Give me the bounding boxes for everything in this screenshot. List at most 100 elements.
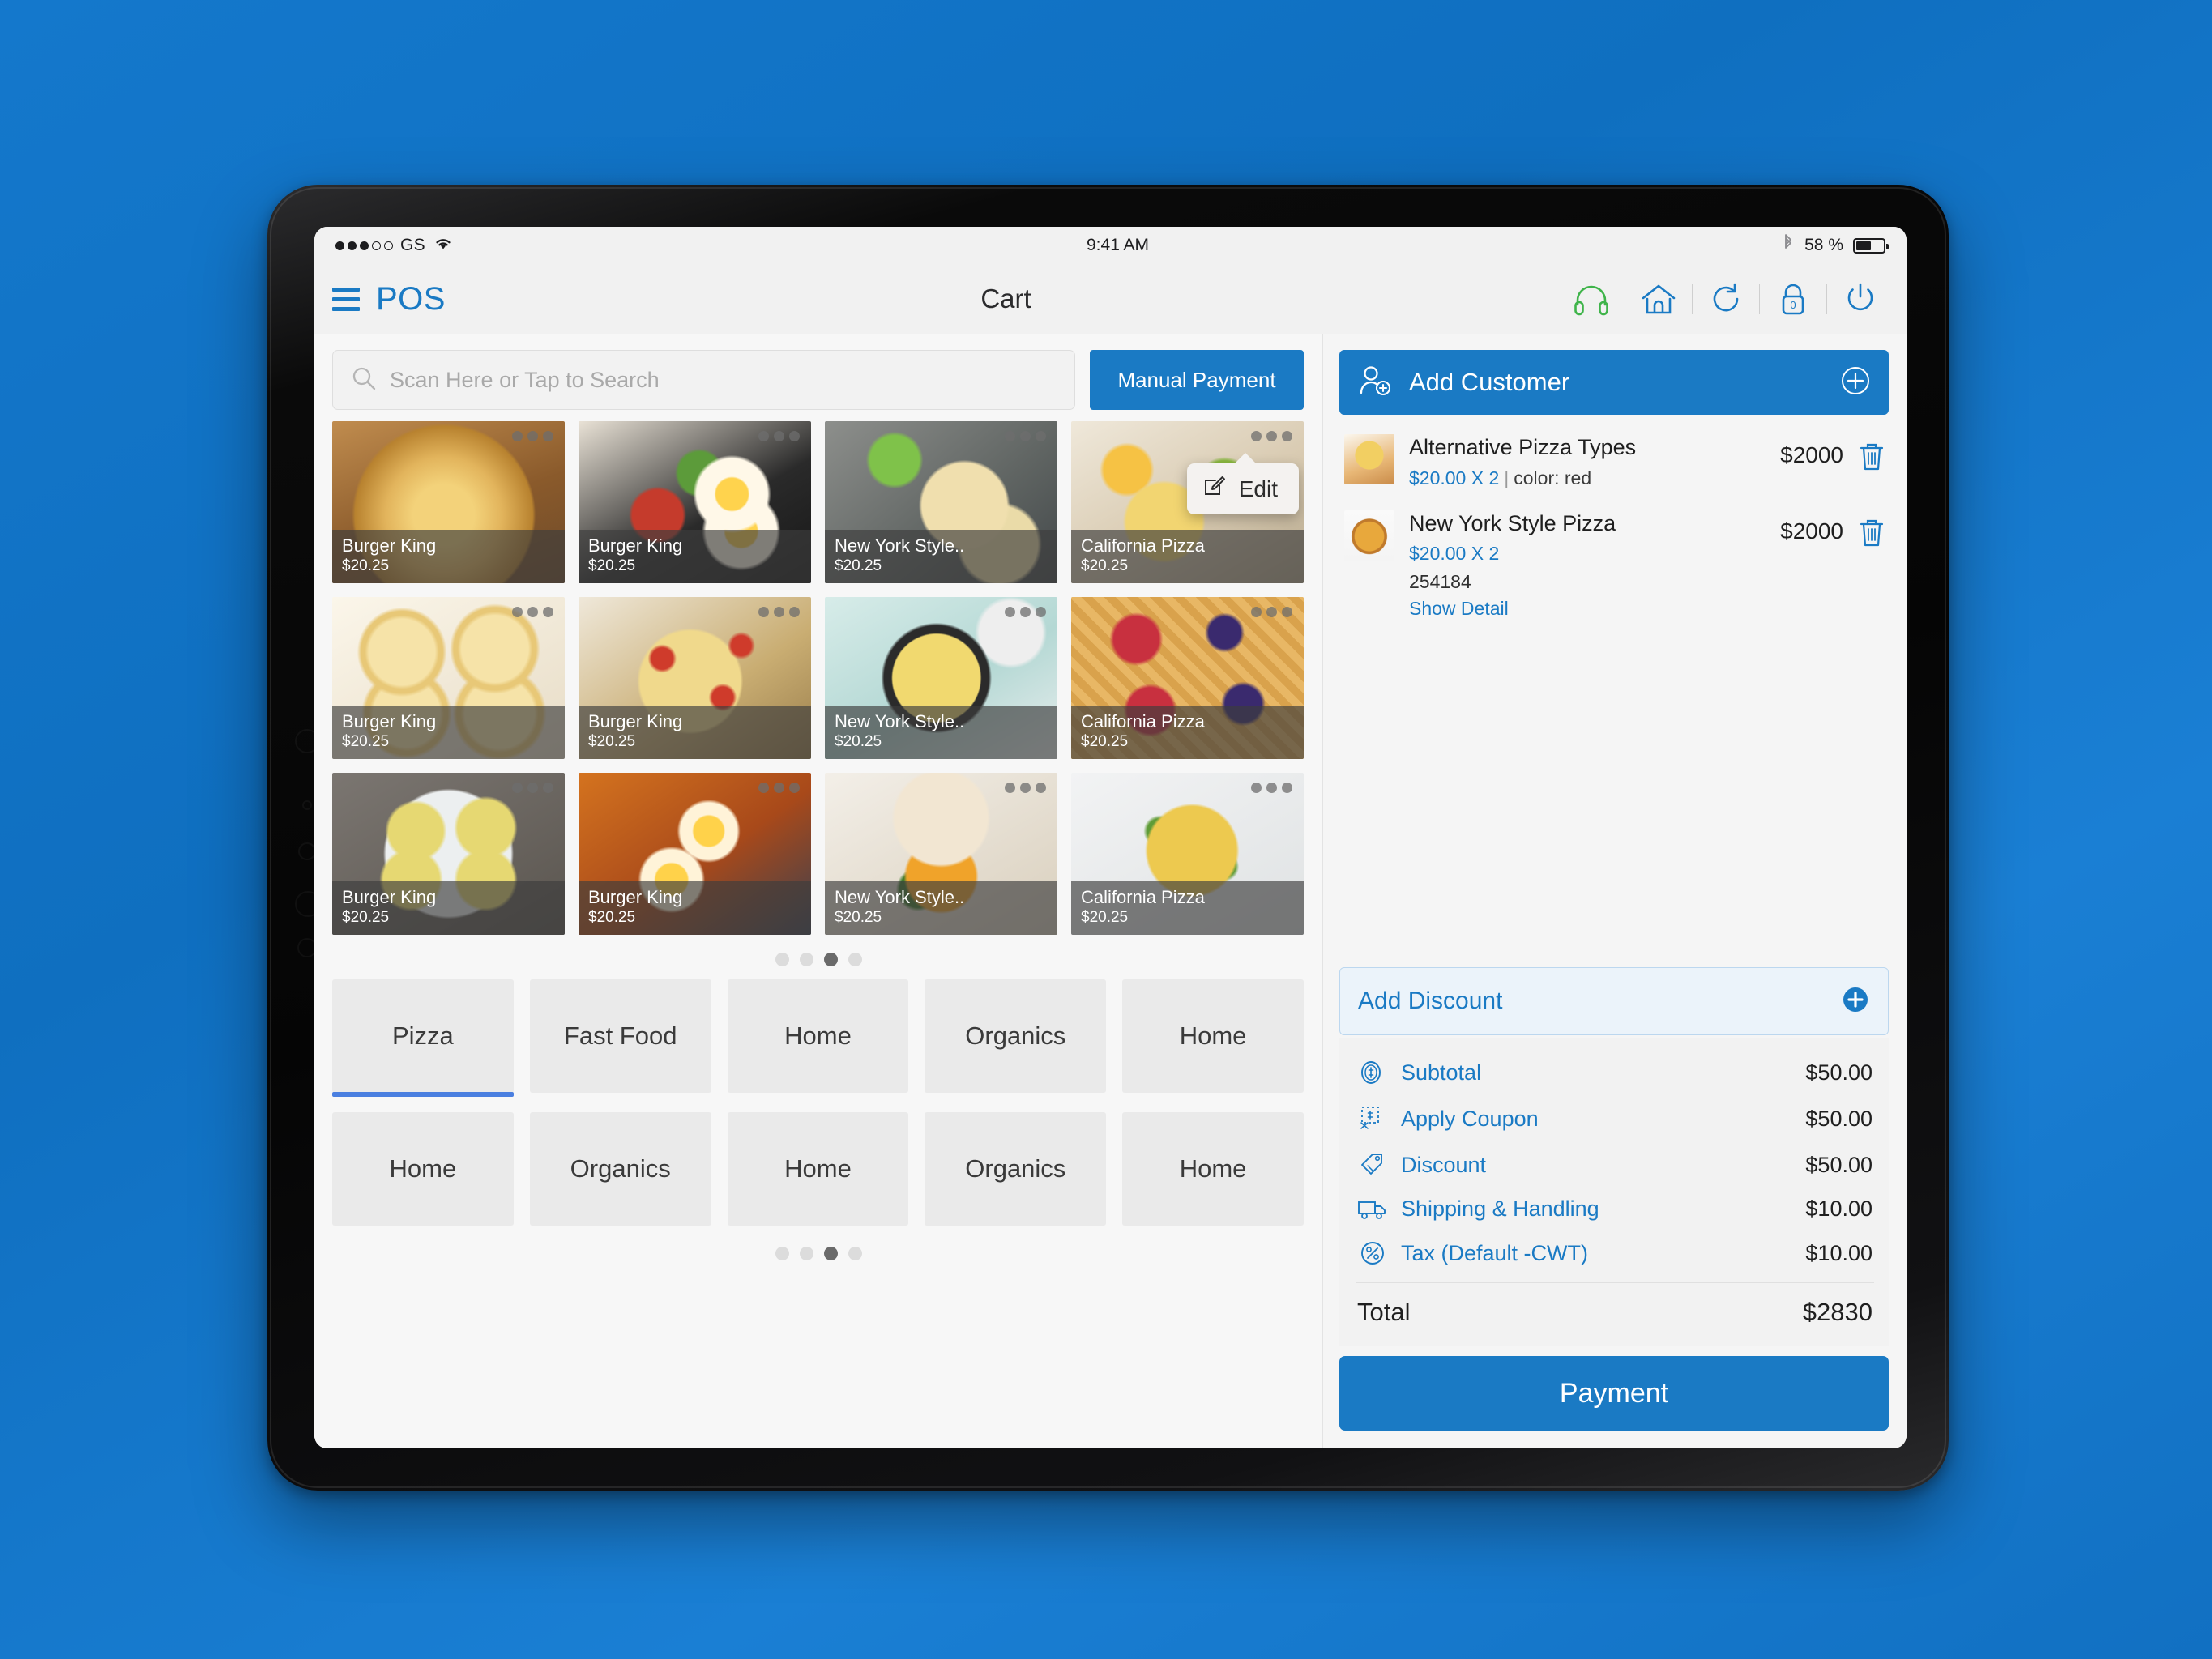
pagination-dot[interactable] (800, 1247, 813, 1260)
manual-payment-button[interactable]: Manual Payment (1090, 350, 1304, 410)
totals-row-value: $10.00 (1805, 1240, 1873, 1265)
product-tile[interactable]: California Pizza $20.25 (1071, 597, 1304, 759)
product-name: California Pizza (1081, 710, 1205, 731)
edit-popup[interactable]: Edit (1186, 453, 1299, 514)
product-options-icon[interactable] (1005, 431, 1046, 441)
product-options-icon[interactable] (512, 607, 553, 617)
pagination-dot[interactable] (775, 953, 789, 966)
hamburger-menu-icon[interactable] (332, 287, 360, 311)
home-icon[interactable] (1633, 282, 1684, 316)
product-price: $20.25 (588, 557, 636, 575)
product-price: $20.25 (835, 909, 882, 927)
totals-row[interactable]: Discount $50.00 (1354, 1142, 1876, 1188)
product-tile[interactable]: Burger King $20.25 (332, 773, 565, 935)
total-row: Total $2830 (1354, 1283, 1876, 1340)
product-tile[interactable]: Burger King $20.25 (332, 597, 565, 759)
product-price: $20.25 (1081, 909, 1129, 927)
category-button[interactable]: Home (1122, 979, 1304, 1093)
power-icon[interactable] (1835, 281, 1885, 317)
lock-icon[interactable]: 0 (1768, 281, 1818, 317)
product-tile[interactable]: California Pizza $20.25 Edit (1071, 421, 1304, 583)
plus-circle-filled-icon[interactable] (1839, 983, 1872, 1020)
pagination-dot[interactable] (824, 1247, 838, 1260)
headphones-icon[interactable] (1566, 282, 1616, 316)
totals-row[interactable]: Tax (Default -CWT) $10.00 (1354, 1230, 1876, 1276)
category-button[interactable]: Organics (925, 1112, 1107, 1226)
product-price: $20.25 (588, 909, 636, 927)
category-button[interactable]: Home (727, 1112, 909, 1226)
tablet-screen: GS 9:41 AM 58 % POS Cart 0 Scan Here or … (314, 227, 1907, 1448)
totals-row-value: $50.00 (1805, 1152, 1873, 1177)
lock-badge-count: 0 (1790, 299, 1796, 311)
product-tile[interactable]: Burger King $20.25 (579, 773, 811, 935)
product-options-icon[interactable] (1251, 607, 1292, 617)
product-options-icon[interactable] (758, 607, 800, 617)
product-name: Burger King (342, 535, 437, 556)
product-price: $20.25 (342, 557, 390, 575)
product-options-icon[interactable] (758, 431, 800, 441)
add-customer-label: Add Customer (1409, 368, 1570, 396)
search-icon (351, 365, 377, 395)
product-options-icon[interactable] (1251, 431, 1292, 441)
add-discount-button[interactable]: Add Discount (1339, 967, 1889, 1035)
pagination-dot[interactable] (824, 953, 838, 966)
bluetooth-icon (1782, 233, 1795, 258)
product-options-icon[interactable] (758, 783, 800, 793)
product-options-icon[interactable] (1005, 607, 1046, 617)
product-options-icon[interactable] (512, 431, 553, 441)
trash-icon[interactable] (1858, 434, 1885, 476)
divider (1692, 284, 1693, 314)
status-bar-left: GS (335, 235, 454, 256)
show-detail-link[interactable]: Show Detail (1409, 598, 1766, 620)
totals-row-label: Apply Coupon (1401, 1106, 1539, 1131)
product-tile[interactable]: Burger King $20.25 (579, 597, 811, 759)
product-tile[interactable]: New York Style.. $20.25 (825, 421, 1057, 583)
cart-item[interactable]: New York Style Pizza $20.00 X 2 254184 Show… (1339, 499, 1889, 629)
product-caption: Burger King $20.25 (332, 881, 565, 935)
totals-row[interactable]: Apply Coupon $50.00 (1354, 1095, 1876, 1142)
clock: 9:41 AM (1087, 236, 1150, 254)
product-options-icon[interactable] (512, 783, 553, 793)
payment-button[interactable]: Payment (1339, 1356, 1889, 1431)
plus-circle-icon[interactable] (1837, 362, 1874, 403)
add-discount-label: Add Discount (1358, 987, 1503, 1014)
cart-item[interactable]: Alternative Pizza Types $20.00 X 2 | color:… (1339, 423, 1889, 499)
category-row-secondary: Home Organics Home Organics Home (314, 1112, 1323, 1226)
pagination-dot[interactable] (848, 953, 862, 966)
category-button[interactable]: Organics (925, 979, 1107, 1093)
product-name: Burger King (342, 710, 437, 731)
category-button[interactable]: Pizza (332, 979, 514, 1097)
category-button[interactable]: Home (1122, 1112, 1304, 1226)
category-button[interactable]: Fast Food (529, 979, 711, 1093)
category-button[interactable]: Home (727, 979, 909, 1093)
pagination-dot[interactable] (800, 953, 813, 966)
category-button[interactable]: Organics (529, 1112, 711, 1226)
product-name: Burger King (588, 710, 683, 731)
product-tile[interactable]: New York Style.. $20.25 (825, 773, 1057, 935)
product-caption: California Pizza $20.25 (1071, 529, 1304, 583)
add-customer-button[interactable]: Add Customer (1339, 350, 1889, 415)
category-button[interactable]: Home (332, 1112, 514, 1226)
product-caption: California Pizza $20.25 (1071, 881, 1304, 935)
category-pagination (314, 1226, 1323, 1273)
refresh-icon[interactable] (1701, 282, 1751, 316)
product-options-icon[interactable] (1005, 783, 1046, 793)
product-options-icon[interactable] (1251, 783, 1292, 793)
product-tile[interactable]: New York Style.. $20.25 (825, 597, 1057, 759)
battery-icon (1853, 237, 1889, 254)
product-tile[interactable]: Burger King $20.25 (332, 421, 565, 583)
search-input[interactable] (390, 367, 1057, 393)
product-caption: Burger King $20.25 (332, 529, 565, 583)
search-box[interactable] (332, 350, 1075, 410)
totals-row[interactable]: Shipping & Handling $10.00 (1354, 1188, 1876, 1230)
totals-row[interactable]: Subtotal $50.00 (1354, 1050, 1876, 1095)
trash-icon[interactable] (1858, 510, 1885, 552)
product-tile[interactable]: Burger King $20.25 (579, 421, 811, 583)
product-name: California Pizza (1081, 886, 1205, 907)
status-bar-right: 58 % (1782, 233, 1889, 258)
truck-icon (1357, 1197, 1388, 1222)
product-name: New York Style.. (835, 535, 965, 556)
pagination-dot[interactable] (775, 1247, 789, 1260)
pagination-dot[interactable] (848, 1247, 862, 1260)
product-tile[interactable]: California Pizza $20.25 (1071, 773, 1304, 935)
